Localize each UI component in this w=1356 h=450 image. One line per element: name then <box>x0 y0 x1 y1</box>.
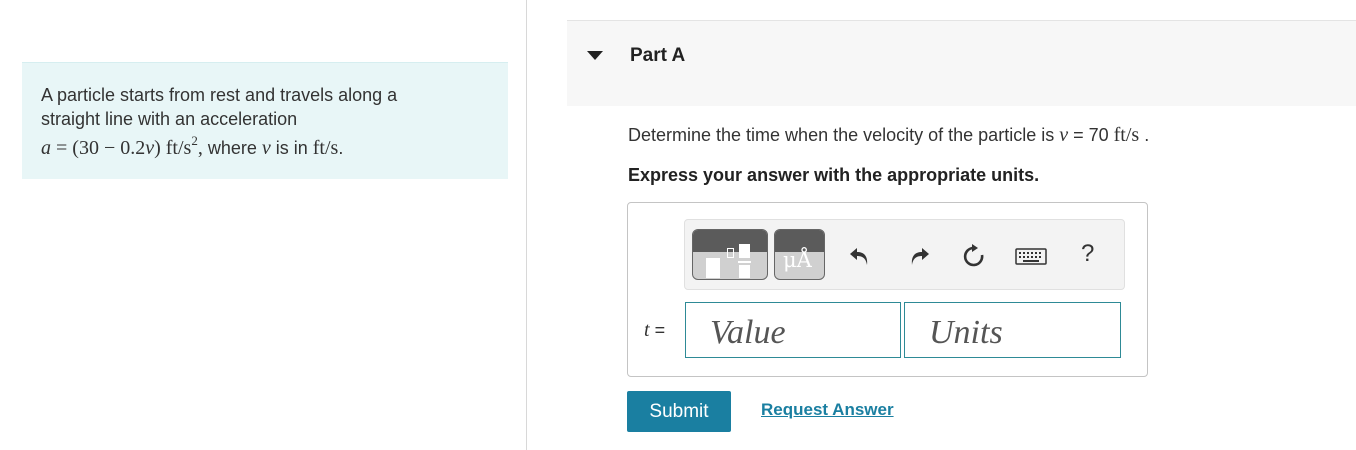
accel-eq-mid: = (30 − 0.2 <box>51 137 146 159</box>
question-prefix: Determine the time when the velocity of … <box>628 125 1060 145</box>
accel-var: a <box>41 137 51 159</box>
where-text: where <box>202 138 262 158</box>
velocity-var: v <box>145 137 155 159</box>
units-template-icon[interactable]: μÅ <box>774 229 825 280</box>
problem-statement: A particle starts from rest and travels … <box>22 62 508 179</box>
question-unit: ft/s <box>1113 124 1140 146</box>
answer-variable-label: t = <box>644 319 665 342</box>
units-glyph: μÅ <box>783 248 812 272</box>
problem-line-3: a = (30 − 0.2v) ft/s2, where v is in ft/… <box>41 131 488 160</box>
question-var: v <box>1059 124 1069 146</box>
request-answer-link[interactable]: Request Answer <box>761 400 894 420</box>
problem-line-1: A particle starts from rest and travels … <box>41 85 398 105</box>
answer-equals: = <box>649 320 666 340</box>
units-input[interactable] <box>904 302 1121 358</box>
redo-icon[interactable] <box>906 243 932 269</box>
reset-icon[interactable] <box>961 243 987 269</box>
instruction-text: Express your answer with the appropriate… <box>628 165 1040 185</box>
answer-box: μÅ ? t = <box>627 202 1148 377</box>
problem-line-2: straight line with an acceleration <box>41 109 298 129</box>
problem-period: . <box>338 138 344 158</box>
question-equals: = 70 <box>1068 125 1114 145</box>
question-text: Determine the time when the velocity of … <box>628 124 1149 147</box>
question-suffix: . <box>1139 125 1150 145</box>
help-icon[interactable]: ? <box>1081 240 1094 268</box>
undo-icon[interactable] <box>847 243 873 269</box>
fraction-template-icon[interactable] <box>692 229 768 280</box>
keyboard-icon[interactable] <box>1015 243 1047 269</box>
is-in-text: is in <box>270 138 313 158</box>
panel-divider <box>526 0 527 450</box>
part-title: Part A <box>630 45 686 66</box>
collapse-triangle-icon[interactable] <box>587 51 603 60</box>
where-var: v <box>261 137 271 159</box>
accel-unit: ) ft/s <box>154 137 192 159</box>
submit-button[interactable]: Submit <box>627 391 731 432</box>
accel-exponent: 2 <box>191 133 198 148</box>
value-input[interactable] <box>685 302 901 358</box>
velocity-unit: ft/s <box>312 137 339 159</box>
part-header[interactable]: Part A <box>567 20 1356 106</box>
math-toolbar: μÅ ? <box>684 219 1125 290</box>
